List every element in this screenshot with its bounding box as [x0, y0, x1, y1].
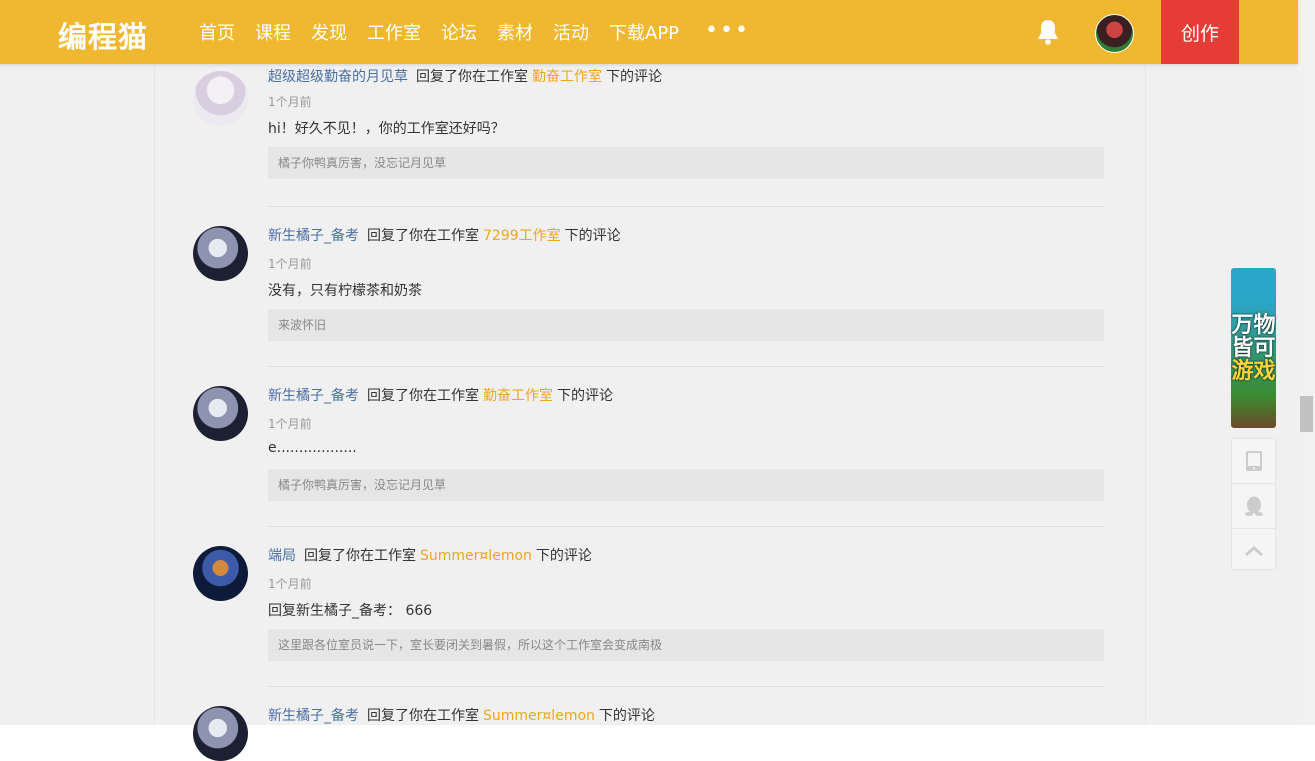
promo-banner[interactable]: 万物 皆可 游戏: [1231, 268, 1276, 428]
nav-activities[interactable]: 活动: [553, 19, 589, 45]
commenter-avatar[interactable]: [193, 71, 248, 126]
studio-link[interactable]: 勤奋工作室: [483, 388, 553, 404]
back-to-top-tool[interactable]: [1232, 529, 1275, 573]
suffix-text: 下的评论: [535, 548, 592, 564]
nav-materials[interactable]: 素材: [497, 19, 533, 45]
comment-text: hi！好久不见！，你的工作室还好吗？: [268, 121, 505, 137]
studio-link[interactable]: 勤奋工作室: [532, 69, 602, 85]
nav-discover[interactable]: 发现: [311, 19, 347, 45]
qq-icon: [1244, 496, 1263, 516]
divider: [268, 366, 1104, 367]
action-text: 回复了你在工作室: [416, 69, 528, 85]
site-logo[interactable]: 编程猫: [58, 14, 148, 56]
commenter-name[interactable]: 新生橘子_备考: [268, 708, 359, 724]
commenter-avatar[interactable]: [193, 706, 248, 761]
divider: [268, 526, 1104, 527]
floating-toolbar: [1231, 438, 1276, 570]
create-button[interactable]: 创作: [1161, 0, 1239, 64]
scrollbar-track[interactable]: [1298, 0, 1315, 725]
nav-forum[interactable]: 论坛: [441, 19, 477, 45]
commenter-name[interactable]: 新生橘子_备考: [268, 388, 359, 404]
divider: [268, 206, 1104, 207]
nav-courses[interactable]: 课程: [255, 19, 291, 45]
comment-header: 新生橘子_备考 回复了你在工作室 勤奋工作室 下的评论: [268, 385, 613, 405]
action-text: 回复了你在工作室: [304, 548, 416, 564]
divider: [268, 686, 1104, 687]
comment-text: e..................: [268, 440, 357, 456]
action-text: 回复了你在工作室: [367, 228, 479, 244]
promo-line-2: 皆可: [1231, 335, 1276, 361]
commenter-avatar[interactable]: [193, 386, 248, 441]
comment-header: 新生橘子_备考 回复了你在工作室 Summer¤lemon 下的评论: [268, 705, 655, 725]
qq-contact-tool[interactable]: [1232, 484, 1275, 529]
more-menu-icon[interactable]: •••: [705, 18, 750, 43]
comment-text: 回复新生橘子_备考： 666: [268, 603, 433, 619]
tablet-icon: [1245, 451, 1262, 471]
promo-line-3: 游戏: [1231, 358, 1276, 384]
quoted-comment: 这里跟各位室员说一下，室长要闭关到暑假，所以这个工作室会变成南极: [268, 629, 1104, 661]
promo-line-1: 万物: [1231, 312, 1276, 338]
app-download-tool[interactable]: [1232, 439, 1275, 484]
main-nav: 首页 课程 发现 工作室 论坛 素材 活动 下载APP •••: [199, 0, 750, 64]
suffix-text: 下的评论: [598, 708, 655, 724]
commenter-avatar[interactable]: [193, 226, 248, 281]
scrollbar-thumb[interactable]: [1300, 396, 1313, 432]
suffix-text: 下的评论: [564, 228, 621, 244]
studio-link[interactable]: 7299工作室: [483, 228, 561, 244]
comment-time: 1个月前: [268, 95, 312, 109]
quoted-comment: 来波怀旧: [268, 309, 1104, 341]
action-text: 回复了你在工作室: [367, 708, 479, 724]
user-avatar[interactable]: [1095, 14, 1134, 53]
comment-header: 新生橘子_备考 回复了你在工作室 7299工作室 下的评论: [268, 225, 621, 245]
nav-studio[interactable]: 工作室: [367, 19, 421, 45]
quoted-comment: 橘子你鸭真厉害，没忘记月见草: [268, 147, 1104, 179]
quoted-comment: 橘子你鸭真厉害，没忘记月见草: [268, 469, 1104, 501]
bell-icon[interactable]: [1036, 18, 1060, 46]
commenter-name[interactable]: 端局: [268, 548, 296, 564]
studio-link[interactable]: Summer¤lemon: [483, 708, 595, 724]
back-to-top-icon: [1244, 546, 1263, 557]
comment-text: 没有，只有柠檬茶和奶茶: [268, 283, 422, 299]
commenter-name[interactable]: 新生橘子_备考: [268, 228, 359, 244]
nav-home[interactable]: 首页: [199, 19, 235, 45]
studio-link[interactable]: Summer¤lemon: [420, 548, 532, 564]
commenter-avatar[interactable]: [193, 546, 248, 601]
comment-header: 端局 回复了你在工作室 Summer¤lemon 下的评论: [268, 545, 592, 565]
comment-time: 1个月前: [268, 577, 312, 591]
comment-time: 1个月前: [268, 417, 312, 431]
suffix-text: 下的评论: [606, 69, 662, 85]
commenter-name[interactable]: 超级超级勤奋的月见草: [268, 69, 408, 85]
action-text: 回复了你在工作室: [367, 388, 479, 404]
suffix-text: 下的评论: [557, 388, 613, 404]
nav-download-app[interactable]: 下载APP: [609, 19, 679, 45]
top-navigation-bar: 编程猫 首页 课程 发现 工作室 论坛 素材 活动 下载APP ••• 创作: [0, 0, 1298, 64]
comment-time: 1个月前: [268, 257, 312, 271]
comment-header: 超级超级勤奋的月见草 回复了你在工作室 勤奋工作室 下的评论: [268, 66, 662, 86]
